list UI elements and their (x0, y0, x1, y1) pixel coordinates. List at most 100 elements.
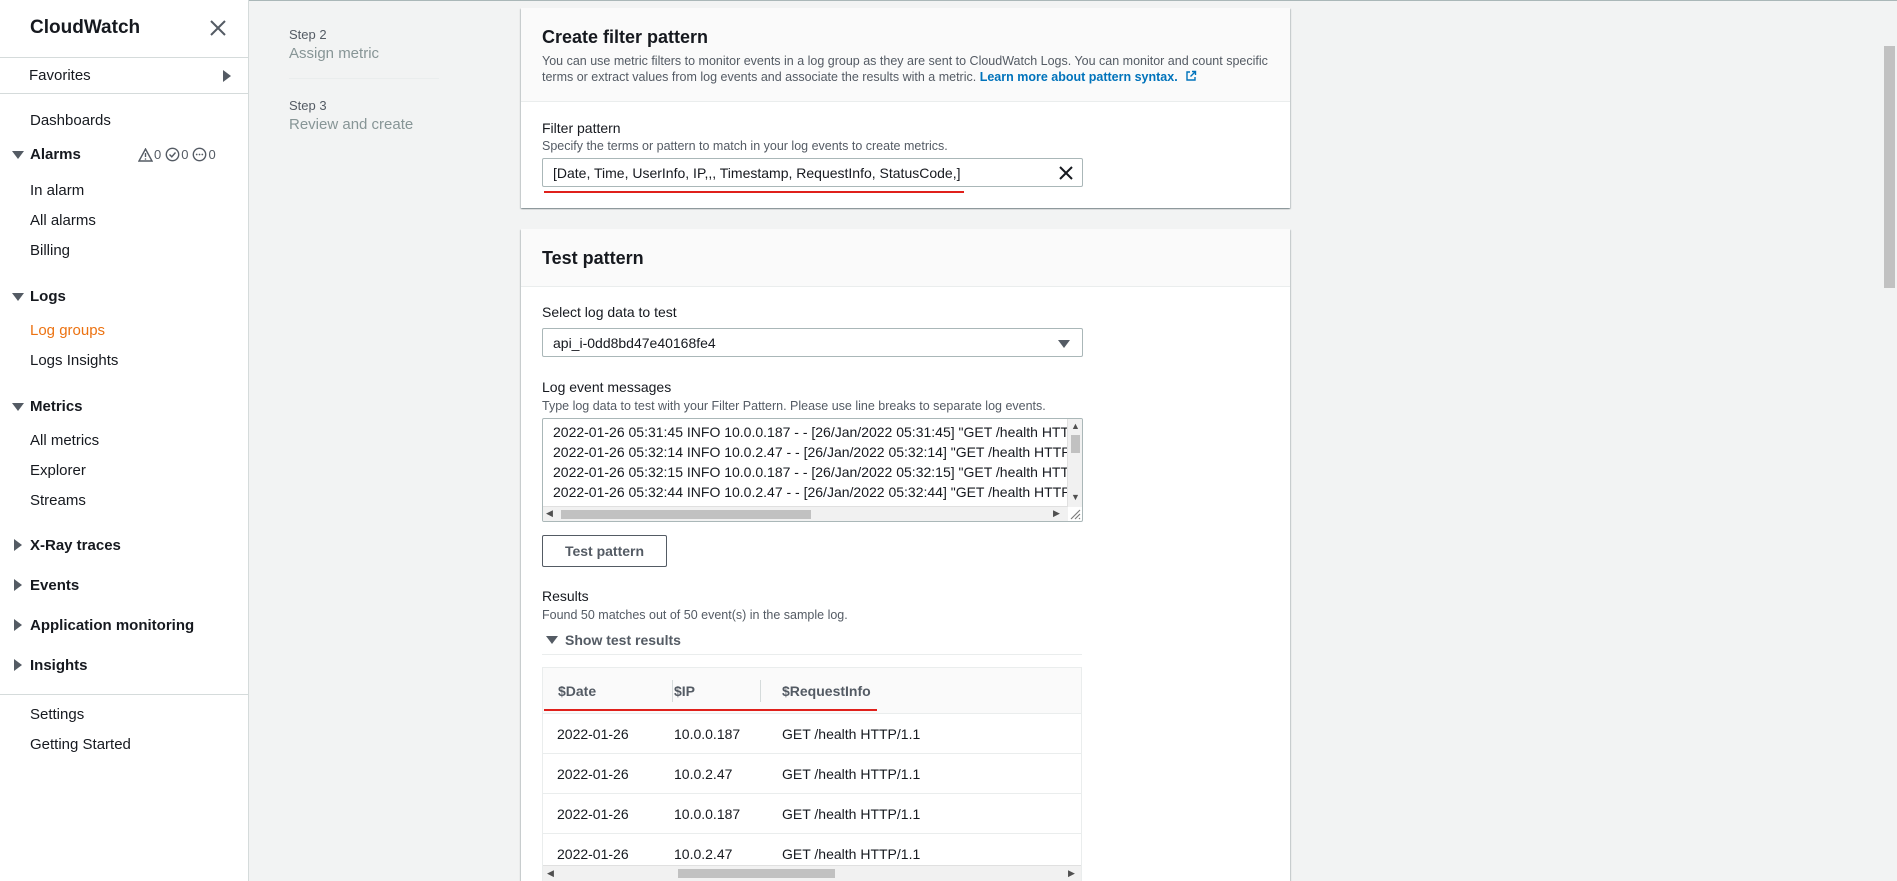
caret-right-icon[interactable] (14, 579, 22, 591)
page-vertical-scrollbar[interactable] (1882, 0, 1897, 881)
sidebar-favorites[interactable]: Favorites (29, 67, 91, 84)
sidebar-item-dashboards[interactable]: Dashboards (30, 112, 111, 129)
cell-ip: 10.0.0.187 (674, 726, 741, 742)
sidebar-item-all-alarms[interactable]: All alarms (30, 212, 96, 229)
filter-pattern-input[interactable]: [Date, Time, UserInfo, IP,,, Timestamp, … (542, 158, 1083, 187)
panel-header: Test pattern (521, 229, 1290, 287)
sidebar-item-in-alarm[interactable]: In alarm (30, 182, 84, 199)
step-3-name[interactable]: Review and create (289, 116, 413, 133)
column-header-ip[interactable]: $IP (674, 683, 695, 699)
divider (0, 694, 249, 695)
cell-date: 2022-01-26 (557, 766, 629, 782)
scroll-thumb[interactable] (678, 869, 835, 878)
create-filter-pattern-panel: Create filter pattern You can use metric… (521, 8, 1290, 208)
log-data-select[interactable]: api_i-0dd8bd47e40168fe4 (542, 328, 1083, 357)
scroll-right-icon[interactable]: ▶ (1068, 869, 1075, 878)
cell-request-info: GET /health HTTP/1.1 (782, 846, 921, 862)
caret-right-icon[interactable] (14, 539, 22, 551)
sidebar-item-log-groups[interactable]: Log groups (30, 322, 105, 339)
scroll-up-icon[interactable]: ▲ (1071, 422, 1080, 431)
sidebar-title: CloudWatch (30, 17, 141, 38)
resize-handle-icon[interactable] (1068, 507, 1081, 520)
cell-request-info: GET /health HTTP/1.1 (782, 726, 921, 742)
sidebar-item-settings[interactable]: Settings (30, 706, 84, 723)
divider (542, 654, 1082, 655)
column-header-date[interactable]: $Date (558, 683, 596, 699)
caret-down-icon[interactable] (12, 293, 24, 301)
show-test-results-label: Show test results (565, 632, 681, 648)
cell-date: 2022-01-26 (557, 806, 629, 822)
divider (0, 57, 249, 58)
sidebar-section-events[interactable]: Events (30, 577, 79, 594)
alarm-state-in-alarm[interactable]: 0 (138, 147, 161, 162)
table-row: 2022-01-26 10.0.0.187 GET /health HTTP/1… (543, 794, 1081, 834)
sidebar-section-metrics[interactable]: Metrics (30, 398, 83, 415)
caret-down-icon[interactable] (1058, 340, 1070, 348)
alarm-count: 0 (208, 147, 216, 162)
results-description: Found 50 matches out of 50 event(s) in t… (542, 608, 848, 622)
log-event-messages-description: Type log data to test with your Filter P… (542, 399, 1046, 413)
filter-pattern-label: Filter pattern (542, 120, 621, 136)
log-line: 2022-01-26 05:32:44 INFO 10.0.2.47 - - [… (553, 484, 1068, 500)
alarm-count: 0 (181, 147, 189, 162)
divider (0, 93, 249, 94)
scroll-right-icon[interactable]: ▶ (1053, 509, 1060, 518)
column-header-request-info[interactable]: $RequestInfo (782, 683, 871, 699)
sidebar-item-billing[interactable]: Billing (30, 242, 70, 259)
table-horizontal-scrollbar[interactable]: ◀ ▶ (543, 865, 1081, 881)
select-log-data-label: Select log data to test (542, 304, 677, 320)
textarea-viewport: 2022-01-26 05:31:45 INFO 10.0.0.187 - - … (543, 419, 1068, 507)
sidebar-item-logs-insights[interactable]: Logs Insights (30, 352, 118, 369)
scroll-thumb[interactable] (1071, 435, 1080, 453)
textarea-vertical-scrollbar[interactable]: ▲ ▼ (1067, 419, 1082, 507)
sidebar-item-explorer[interactable]: Explorer (30, 462, 86, 479)
results-table: $Date $IP $RequestInfo 2022-01-26 10.0.0… (542, 667, 1082, 881)
textarea-horizontal-scrollbar[interactable]: ◀ ▶ (543, 506, 1068, 521)
sidebar-section-application-monitoring[interactable]: Application monitoring (30, 617, 194, 634)
scroll-thumb[interactable] (561, 510, 811, 519)
cell-request-info: GET /health HTTP/1.1 (782, 806, 921, 822)
column-divider[interactable] (760, 680, 761, 702)
test-pattern-button[interactable]: Test pattern (542, 535, 667, 567)
table-header: $Date $IP $RequestInfo (543, 668, 1081, 714)
alarm-state-insufficient[interactable]: 0 (192, 147, 216, 162)
caret-down-icon[interactable] (546, 636, 558, 644)
caret-down-icon[interactable] (12, 403, 24, 411)
log-event-messages-textarea[interactable]: 2022-01-26 05:31:45 INFO 10.0.0.187 - - … (542, 418, 1083, 522)
alarm-state-ok[interactable]: 0 (165, 147, 188, 162)
sidebar-section-insights[interactable]: Insights (30, 657, 88, 674)
caret-right-icon[interactable] (223, 70, 231, 82)
sidebar-item-all-metrics[interactable]: All metrics (30, 432, 99, 449)
results-label: Results (542, 588, 589, 604)
annotation-underline (544, 191, 964, 193)
sidebar-section-logs[interactable]: Logs (30, 288, 66, 305)
sidebar-item-getting-started[interactable]: Getting Started (30, 736, 131, 753)
column-divider[interactable] (672, 680, 673, 702)
scroll-left-icon[interactable]: ◀ (546, 509, 553, 518)
learn-more-link[interactable]: Learn more about pattern syntax. (980, 70, 1178, 84)
scroll-down-icon[interactable]: ▼ (1071, 493, 1080, 502)
caret-right-icon[interactable] (14, 659, 22, 671)
caret-right-icon[interactable] (14, 619, 22, 631)
log-event-messages-label: Log event messages (542, 379, 672, 395)
cell-ip: 10.0.0.187 (674, 806, 741, 822)
scroll-thumb[interactable] (1884, 46, 1895, 288)
external-link-icon[interactable] (1185, 70, 1197, 82)
table-row: 2022-01-26 10.0.0.187 GET /health HTTP/1… (543, 714, 1081, 754)
caret-down-icon[interactable] (12, 151, 24, 159)
check-circle-icon (165, 147, 180, 162)
close-icon[interactable] (207, 17, 229, 39)
panel-header: Create filter pattern You can use metric… (521, 8, 1290, 102)
sidebar-section-xray[interactable]: X-Ray traces (30, 537, 121, 554)
cell-ip: 10.0.2.47 (674, 766, 733, 782)
scroll-left-icon[interactable]: ◀ (547, 869, 554, 878)
cell-date: 2022-01-26 (557, 846, 629, 862)
sidebar-item-streams[interactable]: Streams (30, 492, 86, 509)
step-2-name[interactable]: Assign metric (289, 45, 379, 62)
sidebar-section-alarms[interactable]: Alarms (30, 146, 81, 163)
alarm-counts: 0 0 0 (138, 147, 216, 162)
warning-icon (138, 147, 153, 162)
clear-icon[interactable] (1058, 165, 1074, 181)
divider (289, 78, 439, 79)
show-test-results-toggle[interactable]: Show test results (542, 632, 681, 648)
